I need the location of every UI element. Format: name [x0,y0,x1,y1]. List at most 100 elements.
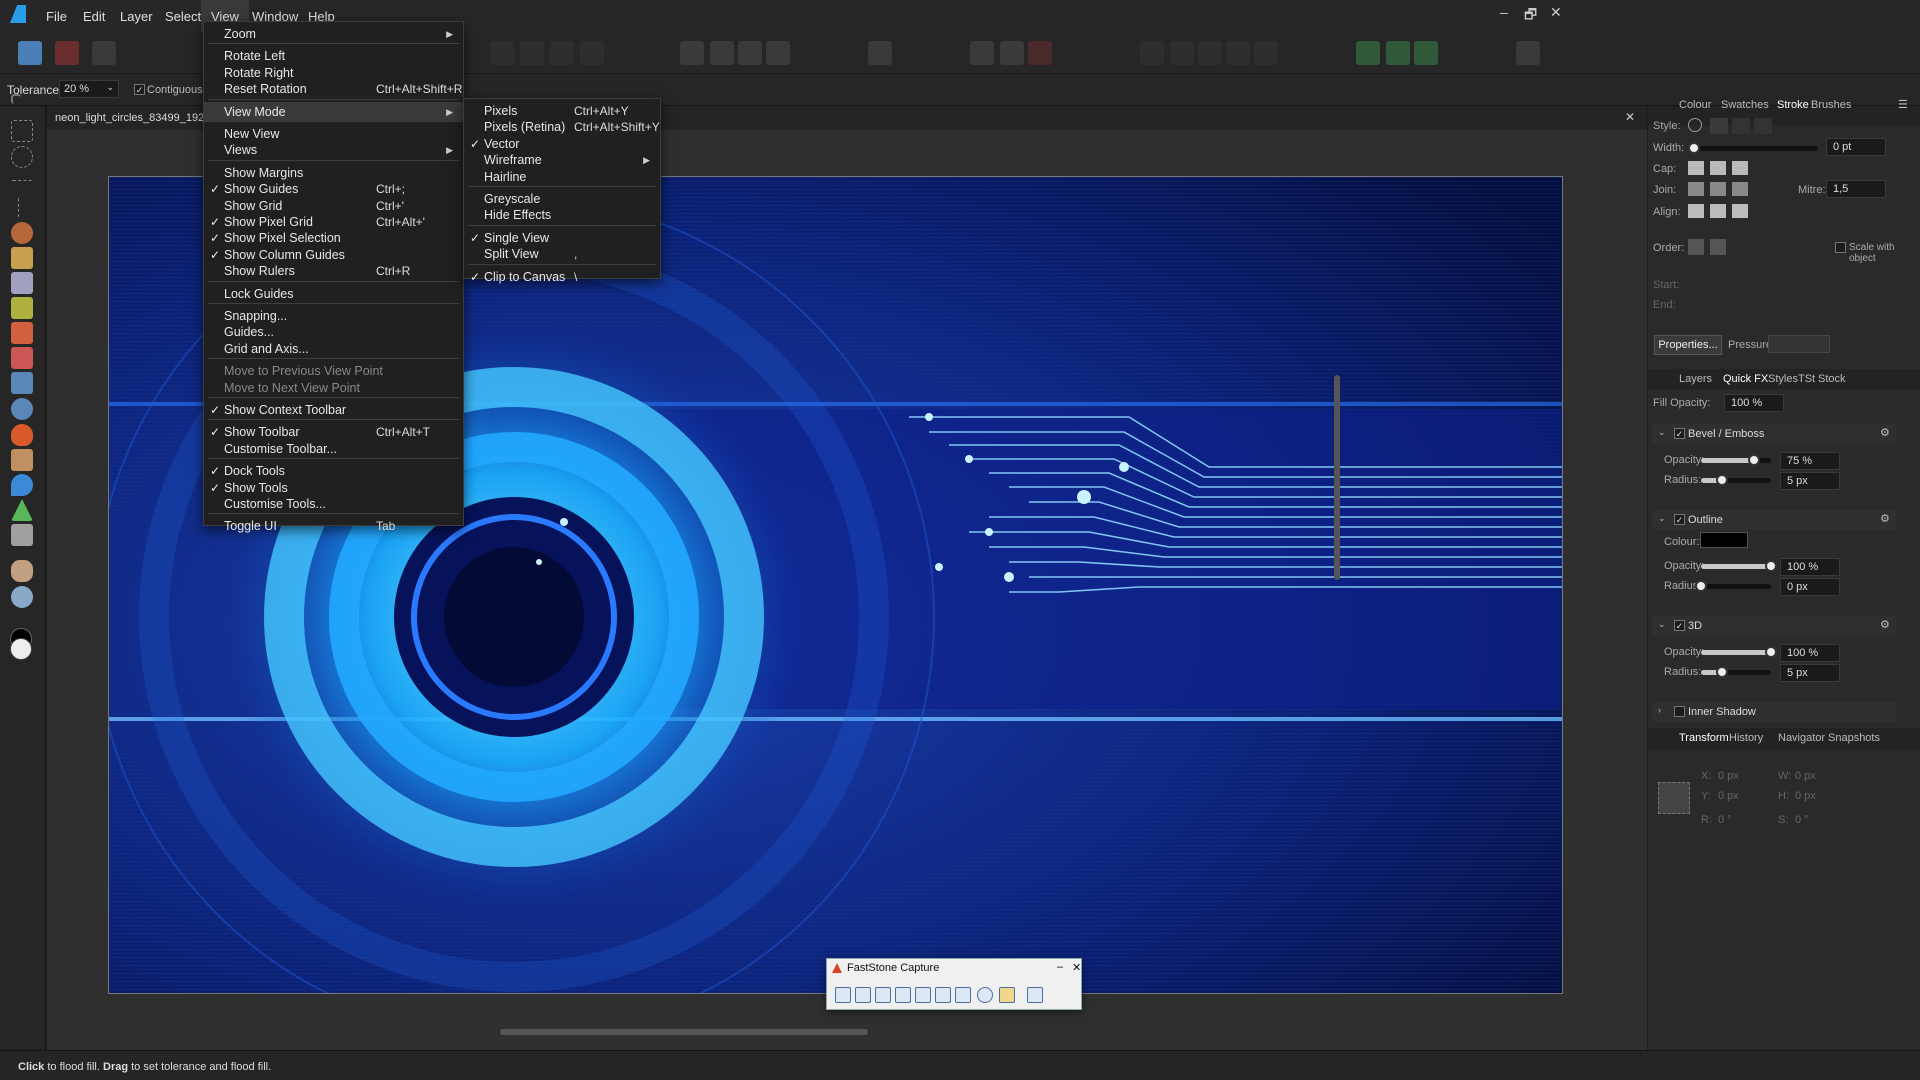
snapping-magnet-icon[interactable] [1028,41,1052,65]
menu-item-grid-and-axis[interactable]: Grid and Axis... [204,339,463,359]
faststone-minimize-button[interactable]: – [1057,961,1063,973]
assistant-icon[interactable] [1356,41,1380,65]
chevron-right-icon[interactable]: › [1658,705,1661,715]
smudge-tool-icon[interactable] [11,449,33,471]
delay-timer-icon[interactable] [977,987,993,1003]
blur-tool-icon[interactable] [11,474,33,496]
dashed-line-icon[interactable] [1732,118,1750,134]
menu-item-views[interactable]: Views ▶ [204,140,463,160]
selection-mode-icon[interactable] [1414,41,1438,65]
rotate-left-icon[interactable] [738,41,762,65]
paint-brush-icon[interactable] [11,322,33,344]
menu-item-clip-to-canvas[interactable]: ✓ Clip to Canvas \ [464,267,660,287]
outline-colour-swatch[interactable] [1700,532,1748,548]
menu-item-customise-toolbar[interactable]: Customise Toolbar... [204,439,463,459]
photo-persona-icon[interactable] [18,41,42,65]
fx-section-inner-shadow[interactable]: › Inner Shadow [1652,702,1896,722]
toolbar-button-3[interactable] [550,41,574,65]
opacity-field[interactable]: 100 % [1780,644,1840,662]
faststone-capture-window[interactable]: FastStone Capture – ✕ [826,958,1082,1010]
move-tool-icon[interactable] [11,94,21,104]
tab-colour[interactable]: Colour [1679,99,1711,111]
screen-recorder-icon[interactable] [955,987,971,1003]
opacity-field[interactable]: 100 % [1780,558,1840,576]
radius-slider[interactable] [1695,580,1771,592]
flip-horizontal-icon[interactable] [680,41,704,65]
freehand-selection-icon[interactable] [11,222,33,244]
develop-persona-icon[interactable] [92,41,116,65]
menu-item-zoom[interactable]: Zoom ▶ [204,24,463,44]
anchor-selector-icon[interactable] [1658,782,1690,814]
gear-icon[interactable]: ⚙ [1880,512,1890,525]
stroke-front-icon[interactable] [1710,239,1726,255]
faststone-close-button[interactable]: ✕ [1072,961,1081,974]
horizontal-scrollbar[interactable] [500,1029,868,1035]
tolerance-field[interactable]: 20 % ⌄ [59,80,119,98]
tab-tst[interactable]: TSt [1798,373,1815,385]
fill-opacity-field[interactable]: 100 % [1724,394,1784,412]
tab-layers[interactable]: Layers [1679,373,1712,385]
radius-field[interactable]: 5 px [1780,664,1840,682]
stroke-behind-icon[interactable] [1688,239,1704,255]
menu-item-hide-effects[interactable]: Hide Effects [464,205,660,225]
toolbar-button-7[interactable] [1198,41,1222,65]
toolbar-button-5[interactable] [1140,41,1164,65]
round-join-icon[interactable] [1710,182,1726,196]
align-icon[interactable] [868,41,892,65]
toolbar-button-9[interactable] [1254,41,1278,65]
rotate-right-icon[interactable] [766,41,790,65]
fx-enable-checkbox[interactable]: ✓ [1674,428,1685,439]
gear-icon[interactable]: ⚙ [1880,618,1890,631]
contiguous-checkbox[interactable]: ✓ [134,84,145,95]
align-outside-icon[interactable] [1732,204,1748,218]
radius-field[interactable]: 5 px [1780,472,1840,490]
toolbar-button-6[interactable] [1170,41,1194,65]
toolbar-button-2[interactable] [520,41,544,65]
quick-mask-icon[interactable] [1386,41,1410,65]
fx-section-outline[interactable]: ⌄ ✓ Outline ⚙ [1652,510,1896,530]
flip-vertical-icon[interactable] [710,41,734,65]
miter-join-icon[interactable] [1688,182,1704,196]
tab-navigator[interactable]: Navigator [1778,732,1825,744]
round-cap-icon[interactable] [1710,161,1726,175]
flood-fill-icon[interactable] [11,372,33,394]
marquee-icon[interactable] [11,297,33,319]
tab-stroke[interactable]: Stroke [1777,99,1809,111]
gear-icon[interactable]: ⚙ [1880,426,1890,439]
tab-snapshots[interactable]: Snapshots [1828,732,1880,744]
burn-tool-icon[interactable] [11,424,33,446]
properties-button[interactable]: Properties... [1654,335,1722,355]
y-value[interactable]: 0 px [1718,790,1739,802]
tab-swatches[interactable]: Swatches [1721,99,1769,111]
capture-freehand-icon[interactable] [895,987,911,1003]
solid-line-icon[interactable] [1710,118,1728,134]
restore-button[interactable]: 🗗 [1524,4,1537,28]
primary-colour-swatch[interactable] [10,638,32,660]
fx-enable-checkbox[interactable]: ✓ [1674,620,1685,631]
texture-line-icon[interactable] [1754,118,1772,134]
capture-rect-icon[interactable] [875,987,891,1003]
fx-enable-checkbox[interactable] [1674,706,1685,717]
tab-stock[interactable]: Stock [1818,373,1846,385]
chevron-down-icon[interactable]: ⌄ [1658,427,1666,438]
flood-select-icon[interactable] [11,272,33,294]
tab-transform[interactable]: Transform [1679,732,1729,744]
butt-cap-icon[interactable] [1688,161,1704,175]
zoom-view-icon[interactable] [11,586,33,608]
minimize-button[interactable]: – [1500,4,1508,20]
erase-brush-icon[interactable] [11,347,33,369]
column-marquee-icon[interactable] [18,196,22,218]
w-value[interactable]: 0 px [1795,770,1816,782]
opacity-slider[interactable] [1701,646,1777,658]
tab-brushes[interactable]: Brushes [1811,99,1851,111]
output-options-icon[interactable] [999,987,1015,1003]
scale-checkbox[interactable] [1835,242,1846,253]
toolbar-button-1[interactable] [490,41,514,65]
capture-fullscreen-icon[interactable] [915,987,931,1003]
align-inside-icon[interactable] [1688,204,1704,218]
chevron-down-icon[interactable]: ⌄ [1658,619,1666,630]
fx-section-bevel-emboss[interactable]: ⌄ ✓ Bevel / Emboss ⚙ [1652,424,1896,444]
h-value[interactable]: 0 px [1795,790,1816,802]
opacity-slider[interactable] [1701,454,1771,466]
radius-slider[interactable] [1701,474,1771,486]
